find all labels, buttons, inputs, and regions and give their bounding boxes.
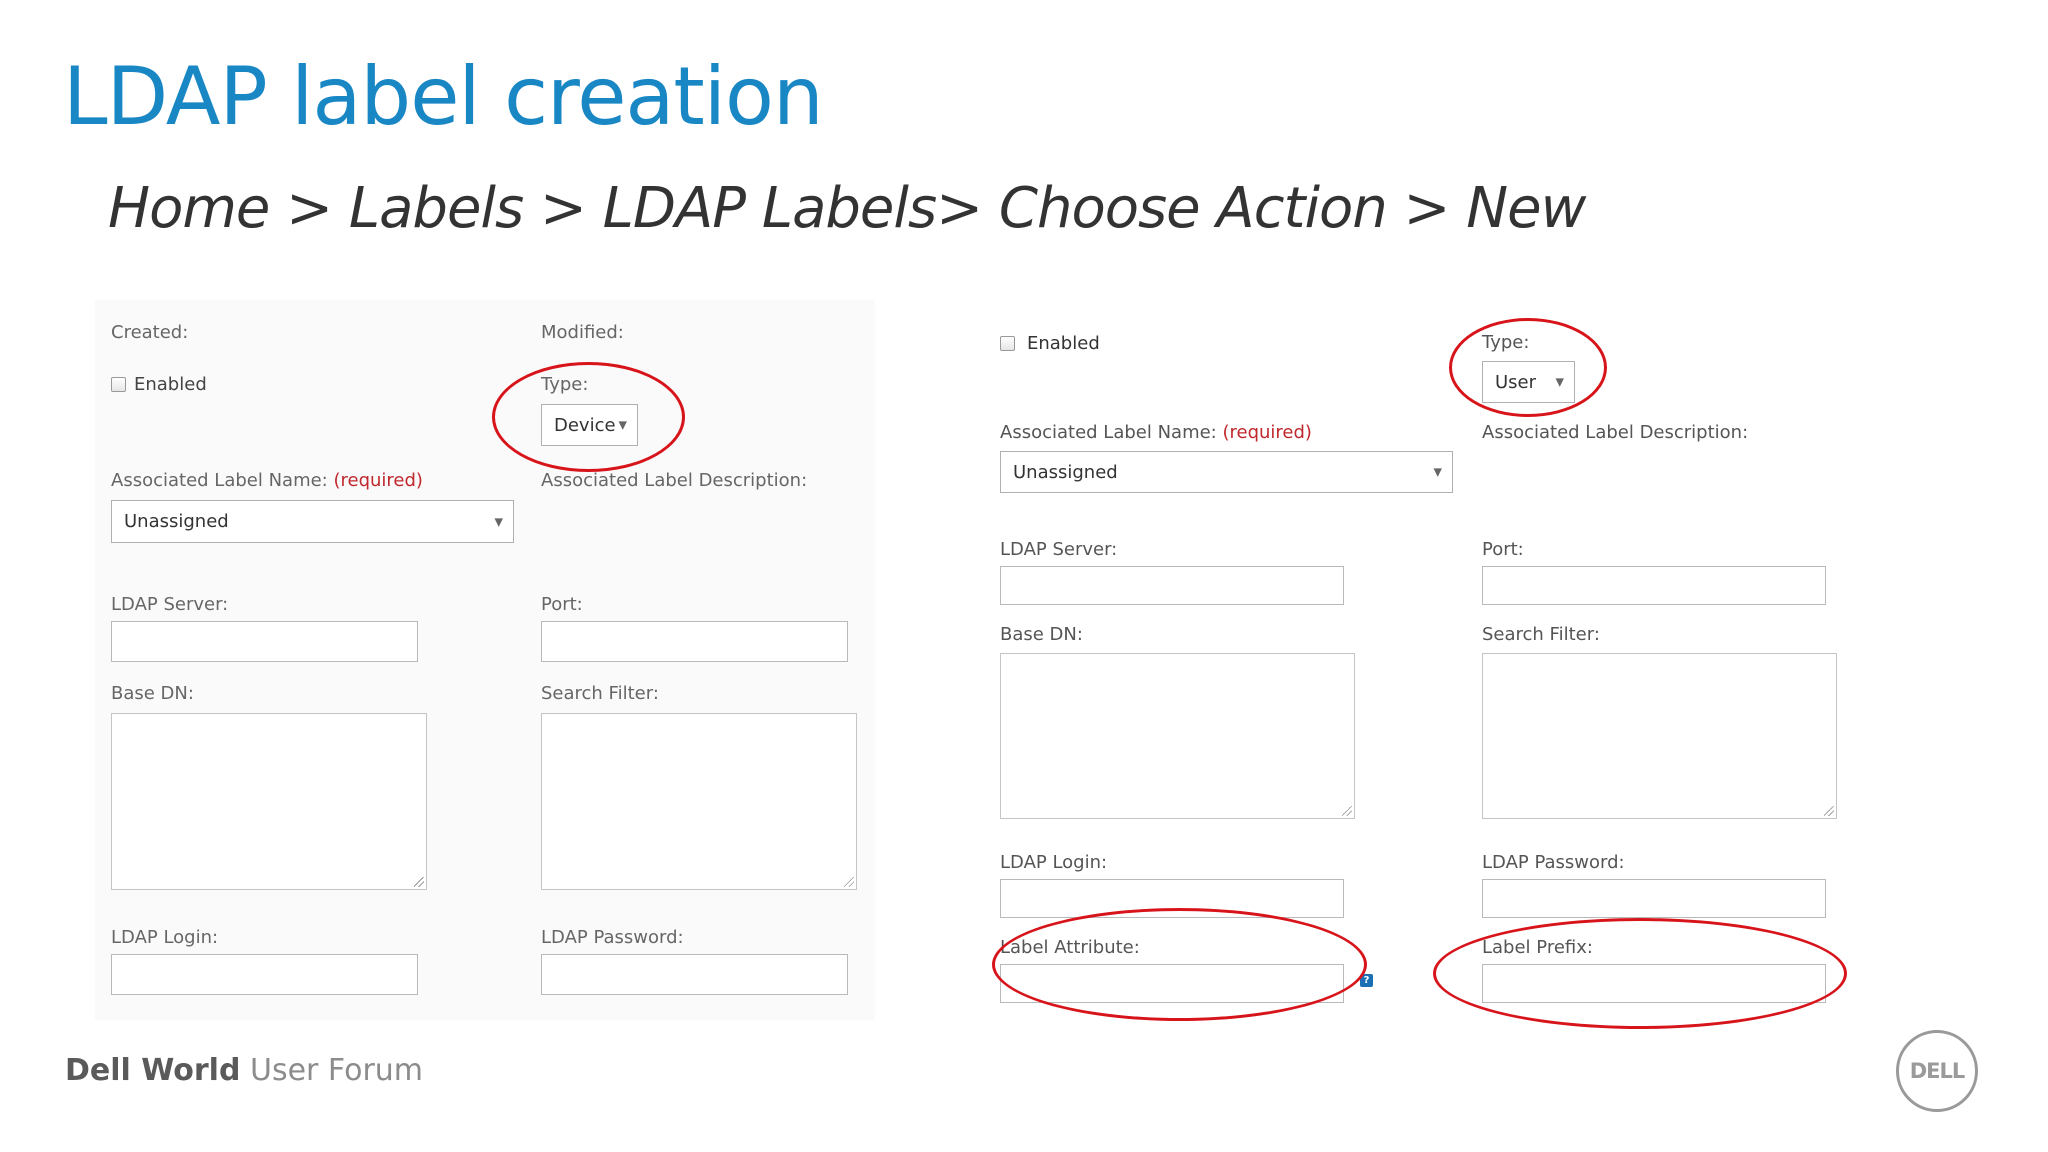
- assoc-label-name-value: Unassigned: [124, 511, 229, 532]
- resize-grip-icon[interactable]: [1824, 806, 1834, 816]
- ldap-server-input[interactable]: [111, 621, 418, 662]
- footer-brand-light: User Forum: [250, 1053, 424, 1088]
- slide-title: LDAP label creation: [63, 50, 824, 143]
- highlight-circle-type: [1449, 318, 1607, 417]
- assoc-label-name-select[interactable]: Unassigned ▼: [1000, 451, 1453, 493]
- ldap-login-label: LDAP Login:: [1000, 852, 1108, 873]
- resize-grip-icon[interactable]: [844, 877, 854, 887]
- highlight-circle-type: [492, 362, 685, 472]
- resize-grip-icon[interactable]: [414, 877, 424, 887]
- port-input[interactable]: [541, 621, 848, 662]
- base-dn-label: Base DN:: [1000, 624, 1083, 645]
- base-dn-label: Base DN:: [111, 683, 194, 704]
- assoc-label-name-select[interactable]: Unassigned ▼: [111, 500, 514, 543]
- ldap-password-input[interactable]: [541, 954, 848, 995]
- highlight-circle-label-prefix: [1433, 918, 1847, 1029]
- assoc-label-name-text: Associated Label Name:: [1000, 422, 1217, 443]
- resize-grip-icon[interactable]: [1342, 806, 1352, 816]
- created-label: Created:: [111, 322, 189, 343]
- breadcrumb: Home > Labels > LDAP Labels> Choose Acti…: [108, 176, 1586, 241]
- assoc-label-desc-label: Associated Label Description:: [541, 470, 808, 491]
- footer-brand-bold: Dell World: [65, 1053, 241, 1088]
- assoc-label-desc-label: Associated Label Description:: [1482, 422, 1749, 443]
- required-text: (required): [1222, 422, 1312, 443]
- assoc-label-name-label: Associated Label Name: (required): [1000, 422, 1312, 443]
- search-filter-label: Search Filter:: [541, 683, 659, 704]
- ldap-login-label: LDAP Login:: [111, 927, 219, 948]
- ldap-server-label: LDAP Server:: [1000, 539, 1118, 560]
- ldap-password-label: LDAP Password:: [541, 927, 684, 948]
- footer-brand: Dell World User Forum: [65, 1053, 423, 1088]
- search-filter-textarea[interactable]: [541, 713, 857, 890]
- port-input[interactable]: [1482, 566, 1826, 605]
- ldap-server-input[interactable]: [1000, 566, 1344, 605]
- modified-label: Modified:: [541, 322, 624, 343]
- dell-logo: DELL: [1896, 1030, 1978, 1112]
- enabled-label: Enabled: [134, 374, 207, 395]
- assoc-label-name-value: Unassigned: [1013, 461, 1118, 483]
- ldap-password-input[interactable]: [1482, 879, 1826, 918]
- chevron-down-icon: ▼: [1433, 465, 1442, 479]
- port-label: Port:: [1482, 539, 1524, 560]
- assoc-label-name-label: Associated Label Name: (required): [111, 470, 423, 491]
- ldap-server-label: LDAP Server:: [111, 594, 229, 615]
- highlight-circle-label-attribute: [992, 908, 1367, 1021]
- base-dn-textarea[interactable]: [111, 713, 427, 890]
- base-dn-textarea[interactable]: [1000, 653, 1355, 819]
- chevron-down-icon: ▼: [494, 515, 503, 528]
- ldap-password-label: LDAP Password:: [1482, 852, 1625, 873]
- search-filter-textarea[interactable]: [1482, 653, 1837, 819]
- port-label: Port:: [541, 594, 583, 615]
- enabled-checkbox[interactable]: [111, 377, 126, 392]
- enabled-checkbox[interactable]: [1000, 336, 1015, 351]
- assoc-label-name-text: Associated Label Name:: [111, 470, 328, 491]
- search-filter-label: Search Filter:: [1482, 624, 1600, 645]
- ldap-login-input[interactable]: [111, 954, 418, 995]
- required-text: (required): [333, 470, 423, 491]
- enabled-label: Enabled: [1027, 333, 1100, 354]
